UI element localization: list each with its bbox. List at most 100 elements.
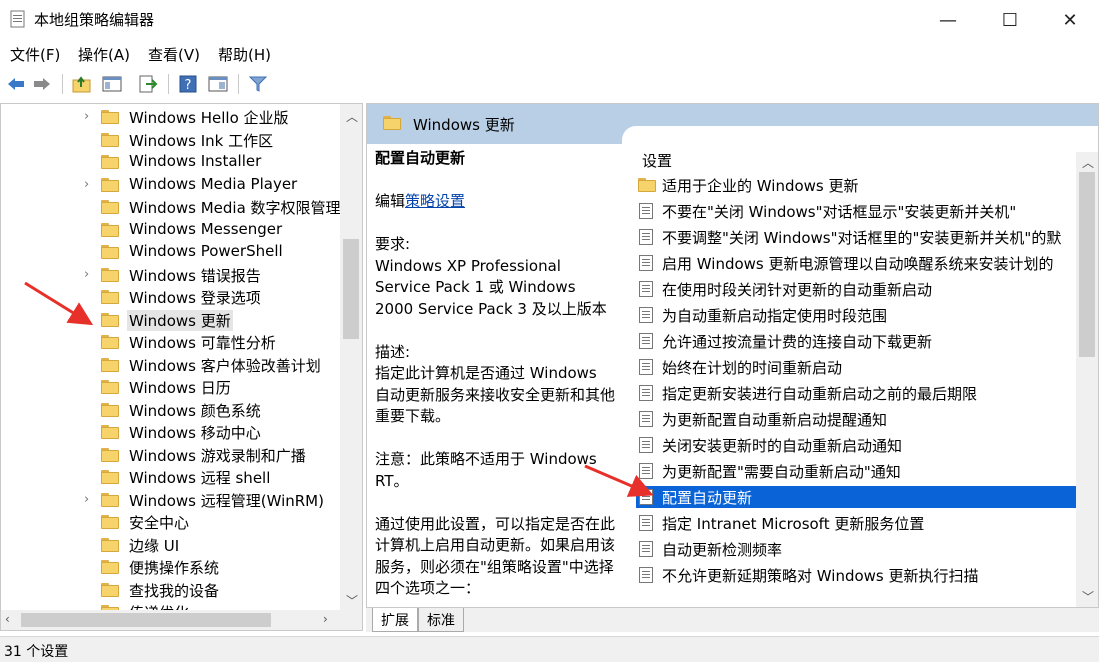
menu-file[interactable]: 文件(F) — [10, 44, 60, 65]
policy-setting-row[interactable]: 不要在"关闭 Windows"对话框显示"安装更新并关机" — [636, 200, 1076, 222]
tree-item-label: Windows 远程管理(WinRM) — [129, 491, 324, 510]
scroll-down-icon[interactable]: ﹀ — [346, 592, 358, 609]
back-icon[interactable] — [4, 72, 28, 96]
edit-policy-link[interactable]: 策略设置 — [405, 192, 465, 210]
folder-icon — [101, 335, 119, 349]
policy-setting-row[interactable]: 关闭安装更新时的自动重新启动通知 — [636, 434, 1076, 456]
policy-setting-row[interactable]: 为更新配置自动重新启动提醒通知 — [636, 408, 1076, 430]
policy-document-icon — [639, 463, 653, 479]
tree-item[interactable]: › Windows Hello 企业版 — [1, 107, 341, 129]
expand-chevron-icon[interactable]: › — [84, 177, 89, 192]
policy-setting-row[interactable]: 配置自动更新 — [636, 486, 1076, 508]
tree-item[interactable]: 便携操作系统 — [1, 557, 341, 579]
policy-setting-row[interactable]: 允许通过按流量计费的连接自动下载更新 — [636, 330, 1076, 352]
tree-vertical-scrollbar[interactable]: ︿ ﹀ — [340, 104, 362, 610]
forward-icon[interactable] — [30, 72, 54, 96]
tree-item[interactable]: 安全中心 — [1, 512, 341, 534]
setting-label: 适用于企业的 Windows 更新 — [662, 177, 859, 195]
menu-view[interactable]: 查看(V) — [148, 44, 200, 65]
setting-label: 指定更新安装进行自动重新启动之前的最后期限 — [662, 385, 978, 403]
policy-document-icon — [639, 567, 653, 583]
tree-item-label: Windows 日历 — [129, 379, 231, 397]
minimize-button[interactable]: — — [918, 0, 978, 40]
settings-column-header[interactable]: 设置 — [642, 150, 672, 171]
folder-icon — [101, 357, 119, 372]
setting-label: 配置自动更新 — [662, 489, 753, 507]
setting-label: 不要调整"关闭 Windows"对话框里的"安装更新并关机"的默 — [662, 229, 1062, 247]
help-icon[interactable]: ? — [176, 72, 200, 96]
folder-icon — [101, 312, 119, 327]
policy-setting-row[interactable]: 始终在计划的时间重新启动 — [636, 356, 1076, 378]
scroll-right-icon[interactable]: › — [323, 612, 328, 626]
tree-item[interactable]: › Windows Media Player — [1, 175, 341, 197]
policy-setting-row[interactable]: 指定更新安装进行自动重新启动之前的最后期限 — [636, 382, 1076, 404]
tree-item[interactable]: › Windows 远程管理(WinRM) — [1, 490, 341, 512]
scroll-left-icon[interactable]: ‹ — [5, 612, 10, 626]
show-hide-tree-icon[interactable] — [100, 72, 124, 96]
requirement-label: 要求: — [375, 235, 411, 253]
properties-icon[interactable] — [206, 72, 230, 96]
policy-document-icon — [639, 411, 653, 427]
group-policy-editor-window: 本地组策略编辑器 — ☐ ✕ 文件(F) 操作(A) 查看(V) 帮助(H) ? — [0, 0, 1099, 662]
policy-setting-row[interactable]: 为自动重新启动指定使用时段范围 — [636, 304, 1076, 326]
scroll-thumb[interactable] — [21, 613, 271, 627]
tab-standard[interactable]: 标准 — [418, 608, 464, 632]
menu-help[interactable]: 帮助(H) — [218, 44, 271, 65]
expand-chevron-icon[interactable]: › — [84, 492, 89, 507]
tree-item[interactable]: Windows Messenger — [1, 220, 341, 242]
filter-icon[interactable] — [246, 72, 270, 96]
tree-horizontal-scrollbar[interactable]: ‹ › — [1, 610, 362, 630]
expand-chevron-icon[interactable]: › — [84, 109, 89, 124]
setting-label: 不允许更新延期策略对 Windows 更新执行扫描 — [662, 567, 979, 585]
policy-setting-row[interactable]: 为更新配置"需要自动重新启动"通知 — [636, 460, 1076, 482]
scroll-up-icon[interactable]: ︿ — [346, 108, 358, 125]
tree-item[interactable]: Windows 登录选项 — [1, 287, 341, 309]
tree-item[interactable]: Windows Media 数字权限管理 — [1, 197, 341, 219]
requirement-block: 要求: Windows XP Professional Service Pack … — [375, 234, 615, 320]
tree-item[interactable]: Windows PowerShell — [1, 242, 341, 264]
policy-setting-row[interactable]: 不允许更新延期策略对 Windows 更新执行扫描 — [636, 564, 1076, 586]
settings-folder-row[interactable]: 适用于企业的 Windows 更新 — [636, 174, 1076, 196]
scroll-down-icon[interactable]: ﹀ — [1082, 588, 1094, 605]
tree-item[interactable]: Windows Installer — [1, 152, 341, 174]
tab-extended[interactable]: 扩展 — [372, 608, 418, 632]
tree-item[interactable]: Windows 可靠性分析 — [1, 332, 341, 354]
tree-item[interactable]: 查找我的设备 — [1, 580, 341, 602]
settings-vertical-scrollbar[interactable]: ︿ ﹀ — [1076, 152, 1098, 607]
expand-chevron-icon[interactable]: › — [84, 267, 89, 282]
tree-item[interactable]: Windows 日历 — [1, 377, 341, 399]
policy-setting-row[interactable]: 启用 Windows 更新电源管理以自动唤醒系统来安装计划的 — [636, 252, 1076, 274]
tree-item[interactable]: › Windows 错误报告 — [1, 265, 341, 287]
folder-up-icon[interactable] — [70, 72, 94, 96]
policy-document-icon — [639, 203, 653, 219]
scroll-up-icon[interactable]: ︿ — [1082, 154, 1094, 171]
tree-item[interactable]: Windows 客户体验改善计划 — [1, 355, 341, 377]
export-icon[interactable] — [136, 72, 160, 96]
tree-item-label: Windows 可靠性分析 — [129, 334, 276, 352]
scroll-thumb[interactable] — [343, 239, 359, 339]
close-button[interactable]: ✕ — [1040, 0, 1099, 40]
policy-document-icon — [639, 307, 653, 323]
policy-document-icon — [639, 385, 653, 401]
menu-action[interactable]: 操作(A) — [78, 44, 130, 65]
tree-item[interactable]: 边缘 UI — [1, 535, 341, 557]
policy-setting-row[interactable]: 不要调整"关闭 Windows"对话框里的"安装更新并关机"的默 — [636, 226, 1076, 248]
policy-setting-row[interactable]: 自动更新检测频率 — [636, 538, 1076, 560]
scroll-thumb[interactable] — [1079, 172, 1095, 357]
policy-setting-row[interactable]: 在使用时段关闭针对更新的自动重新启动 — [636, 278, 1076, 300]
description-text: 指定此计算机是否通过 Windows 自动更新服务来接收安全更新和其他重要下载。 — [375, 364, 615, 425]
tree-item[interactable]: Windows 远程 shell — [1, 467, 341, 489]
description-label: 描述: — [375, 342, 411, 361]
tree-item[interactable]: Windows 移动中心 — [1, 422, 341, 444]
policy-document-icon — [639, 437, 653, 453]
maximize-button[interactable]: ☐ — [980, 0, 1040, 40]
tree-item-label: 查找我的设备 — [129, 581, 220, 600]
tree-item[interactable]: Windows 颜色系统 — [1, 400, 341, 422]
details-header-title: Windows 更新 — [413, 116, 515, 134]
tree-item-label: Windows Media 数字权限管理 — [129, 199, 341, 217]
tree-item[interactable]: Windows Ink 工作区 — [1, 130, 341, 152]
policy-setting-row[interactable]: 指定 Intranet Microsoft 更新服务位置 — [636, 512, 1076, 534]
tree-item[interactable]: Windows 游戏录制和广播 — [1, 445, 341, 467]
tree-item[interactable]: Windows 更新 — [1, 309, 341, 332]
setting-label: 关闭安装更新时的自动重新启动通知 — [662, 437, 903, 455]
